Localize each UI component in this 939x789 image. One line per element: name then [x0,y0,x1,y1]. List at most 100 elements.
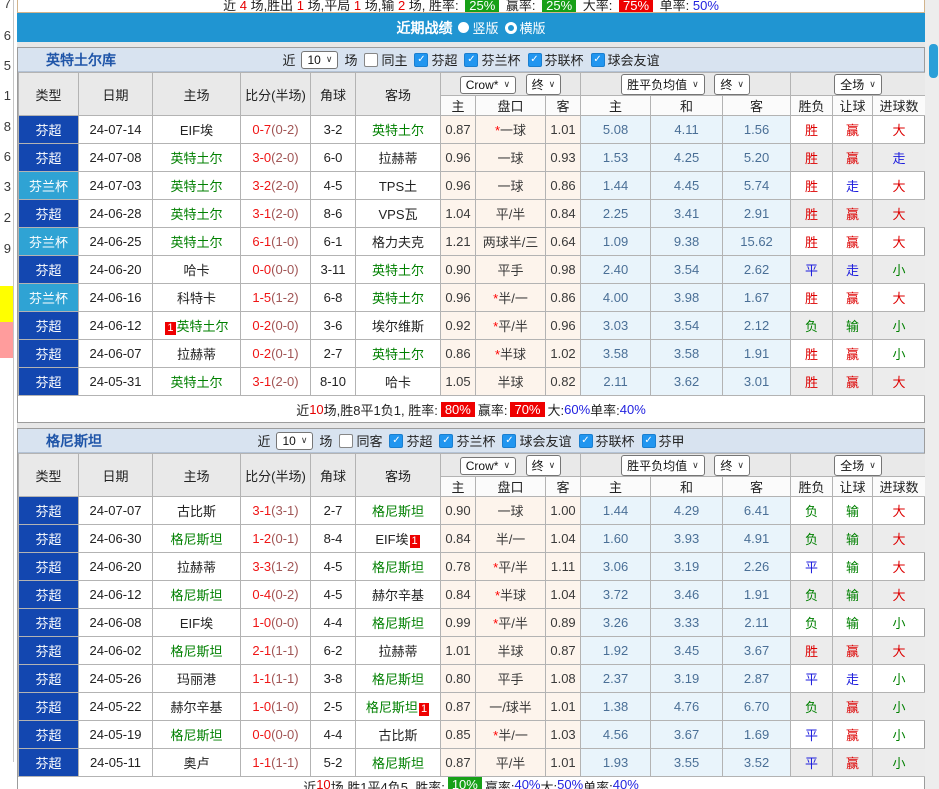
radio-horizontal-layout[interactable] [504,21,517,34]
league-filter-checkbox[interactable]: ✓ [641,433,656,448]
match-count-select[interactable]: 10 ∨ [276,431,314,450]
home-team-cell: 古比斯 [152,496,241,525]
scrollbar-thumb[interactable] [929,44,938,78]
sub-col-result: 胜负 [790,95,834,116]
league-badge: 芬兰杯 [18,227,79,256]
halftime-score: (1-2) [271,290,299,305]
goals-cell: 大 [872,283,927,312]
odds-time-select[interactable]: 终 ∨ [525,73,562,95]
odds-home-cell: 0.92 [440,311,476,340]
goals-cell: 大 [872,580,927,609]
text-segment: 大: [540,780,558,789]
col-date: 日期 [78,453,153,497]
handicap-cell: *半球 [475,580,546,609]
left-row-number: 7 [3,0,11,11]
same-venue-checkbox[interactable] [339,433,354,448]
match-row: 芬超 24-06-12 格尼斯坦 0-4(0-2) 4-5 赫尔辛基 0.84 *半球 1.04… [18,580,927,609]
handicap-result-cell: 赢 [832,283,874,312]
avg-group-header: 胜平负均值 ∨ 终 ∨ [580,72,792,96]
avg-time-select[interactable]: 终 ∨ [714,73,750,95]
match-row: 芬超 24-05-22 赫尔辛基 1-0(1-0) 2-5 格尼斯坦 1 0.87 一/球半 1.… [18,692,927,721]
match-row: 芬超 24-06-28 英特土尔 3-1(2-0) 8-6 VPS瓦 1.04 平/半 0.84… [18,199,927,228]
near-label: 近 [282,53,296,68]
home-team-cell: 英特土尔 [152,227,241,256]
corner-cell: 6-8 [310,283,356,312]
corner-cell: 3-6 [310,311,356,340]
goals-cell: 大 [872,227,927,256]
crow-company-select[interactable]: Crow* ∨ [459,456,517,475]
team-name-text: 英特土尔 [371,347,424,362]
chevron-down-icon: ∨ [692,78,699,89]
odds-away-cell: 1.04 [544,580,582,609]
team-name-text: 格尼斯坦 [170,532,223,547]
handicap-text: 半球 [500,347,527,362]
scrollbar-track[interactable] [925,0,939,789]
avg-type-select[interactable]: 胜平负均值 ∨ [621,73,705,95]
match-count-select[interactable]: 10 ∨ [301,50,339,69]
avg-home-cell: 1.44 [580,496,652,525]
corner-cell: 6-0 [310,143,356,172]
handicap-cell: 一球 [475,496,546,525]
crow-company-select[interactable]: Crow* ∨ [459,75,517,94]
top-stats-box: 近 4 场,胜出 1 场,平局 1 场,输 2 场, 胜率: 25% 赢率: 2… [17,0,925,13]
radio-vertical-layout[interactable] [458,22,470,33]
avg-type-select[interactable]: 胜平负均值 ∨ [621,454,705,476]
games-label: 场 [319,434,333,449]
odds-time-select[interactable]: 终 ∨ [525,454,562,476]
text-segment: 10 [316,777,331,789]
col-score: 比分(半场) [240,72,311,116]
team-name-text: 古比斯 [378,728,418,743]
team-name-text: 赫尔辛基 [371,588,424,603]
handicap-text: 平/半 [495,756,526,771]
league-filter-checkbox[interactable]: ✓ [590,52,605,67]
halftime-score: (0-2) [271,587,299,602]
league-filter-checkbox[interactable]: ✓ [527,52,542,67]
date-cell: 24-06-08 [78,608,153,637]
chevron-down-icon: ∨ [692,459,699,470]
avg-time-select[interactable]: 终 ∨ [714,454,750,476]
text-segment: 40% [514,777,541,789]
avg-home-cell: 3.58 [580,339,652,368]
goals-cell: 大 [872,552,927,581]
team-name-text: 英特土尔 [371,263,424,278]
handicap-result-cell: 输 [832,552,874,581]
handicap-result-cell: 赢 [832,636,874,665]
team-name-text: 格力夫克 [371,235,424,250]
league-filter-checkbox[interactable]: ✓ [414,52,429,67]
league-filter-checkbox[interactable]: ✓ [464,52,479,67]
goals-cell: 小 [872,608,927,637]
halftime-score: (0-0) [271,615,299,630]
score-cell: 3-1(2-0) [240,199,311,228]
filter-controls: 近 10 ∨ 场同客 ✓ 芬超 ✓ 芬兰杯 ✓ 球会友谊 ✓ 芬联杯 ✓ 芬甲 [257,431,685,450]
handicap-text: 平/半 [498,319,528,334]
odds-group-header: Crow* ∨ 终 ∨ [439,453,582,477]
text-segment: 场,输 [361,0,398,13]
full-half-select[interactable]: 全场 ∨ [834,454,882,476]
handicap-cell: *半/一 [475,720,546,749]
date-cell: 24-06-20 [78,552,153,581]
same-venue-checkbox[interactable] [364,52,379,67]
avg-away-cell: 2.87 [722,664,792,693]
match-row: 芬兰杯 24-06-16 科特卡 1-5(1-2) 6-8 英特土尔 0.96 *半/一 0.8… [18,283,927,312]
corner-cell: 6-2 [310,636,356,665]
score-cell: 3-1(3-1) [240,496,311,525]
avg-away-cell: 4.91 [722,524,792,553]
date-cell: 24-06-02 [78,636,153,665]
home-team-cell: 玛丽港 [152,664,241,693]
radio-horizontal-label[interactable]: 横版 [520,18,546,37]
away-team-cell: 格尼斯坦 [355,664,441,693]
radio-vertical-label[interactable]: 竖版 [472,18,498,37]
avg-home-cell: 2.37 [580,664,652,693]
full-half-select[interactable]: 全场 ∨ [834,73,882,95]
league-filter-checkbox[interactable]: ✓ [578,433,593,448]
home-team-cell: 赫尔辛基 [152,692,241,721]
league-filter-checkbox[interactable]: ✓ [439,433,454,448]
league-filter-checkbox[interactable]: ✓ [389,433,404,448]
league-filter-checkbox[interactable]: ✓ [502,433,517,448]
odds-home-cell: 0.96 [440,171,476,200]
avg-home-cell: 3.03 [580,311,652,340]
team-header-row: 英特土尔库 近 10 ∨ 场同主 ✓ 芬超 ✓ 芬兰杯 ✓ 芬联杯 ✓ 球会友谊 [18,48,924,72]
result-cell: 胜 [790,283,834,312]
avg-draw-cell: 3.45 [650,636,724,665]
score-cell: 1-0(1-0) [240,692,311,721]
